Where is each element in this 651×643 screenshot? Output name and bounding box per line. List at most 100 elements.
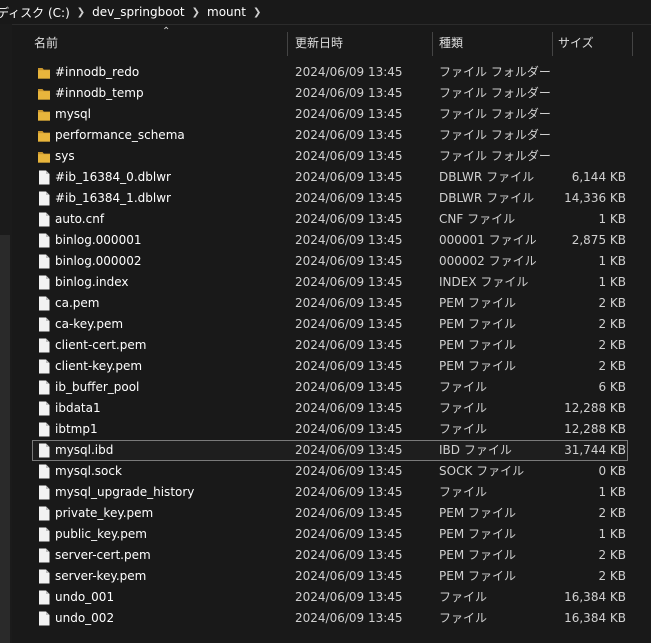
column-divider[interactable] — [287, 32, 288, 56]
file-type: IBD ファイル — [439, 443, 512, 457]
file-row[interactable]: auto.cnf 2024/06/09 13:45 CNF ファイル 1 KB — [32, 209, 628, 230]
file-icon — [37, 485, 51, 500]
file-row[interactable]: #ib_16384_0.dblwr 2024/06/09 13:45 DBLWR フ… — [32, 167, 628, 188]
file-type: ファイル — [439, 380, 488, 394]
file-row[interactable]: mysql.ibd 2024/06/09 13:45 IBD ファイル 31,744 … — [32, 440, 628, 461]
file-date: 2024/06/09 13:45 — [295, 527, 403, 541]
chevron-right-icon[interactable]: ❯ — [246, 7, 268, 18]
file-icon — [37, 611, 51, 626]
file-icon — [37, 443, 51, 458]
file-icon — [37, 338, 51, 353]
file-row[interactable]: sys 2024/06/09 13:45 ファイル フォルダー — [32, 146, 628, 167]
file-date: 2024/06/09 13:45 — [295, 317, 403, 331]
file-size: 2 KB — [598, 506, 626, 520]
file-type: ファイル フォルダー — [439, 107, 551, 121]
column-divider[interactable] — [432, 32, 433, 56]
file-row[interactable]: client-key.pem 2024/06/09 13:45 PEM ファイル 2 … — [32, 356, 628, 377]
file-icon — [37, 170, 51, 185]
file-name: ib_buffer_pool — [55, 380, 140, 394]
file-row[interactable]: performance_schema 2024/06/09 13:45 ファイル フ… — [32, 125, 628, 146]
file-icon — [37, 590, 51, 605]
file-size: 6 KB — [598, 380, 626, 394]
file-name: sys — [55, 149, 75, 163]
file-row[interactable]: mysql_upgrade_history 2024/06/09 13:45 ファイ… — [32, 482, 628, 503]
file-row[interactable]: ca-key.pem 2024/06/09 13:45 PEM ファイル 2 KB — [32, 314, 628, 335]
breadcrumb: ディスク (C:) ❯ dev_springboot ❯ mount ❯ — [0, 0, 651, 25]
column-divider[interactable] — [632, 32, 633, 56]
file-size: 1 KB — [598, 254, 626, 268]
file-type: PEM ファイル — [439, 296, 516, 310]
file-row[interactable]: server-cert.pem 2024/06/09 13:45 PEM ファイル 2… — [32, 545, 628, 566]
file-type: PEM ファイル — [439, 506, 516, 520]
folder-icon — [37, 86, 51, 101]
file-row[interactable]: binlog.000002 2024/06/09 13:45 000002 ファイル… — [32, 251, 628, 272]
breadcrumb-item-dev-springboot[interactable]: dev_springboot — [92, 5, 184, 19]
file-type: PEM ファイル — [439, 338, 516, 352]
file-type: DBLWR ファイル — [439, 170, 535, 184]
file-row[interactable]: undo_001 2024/06/09 13:45 ファイル 16,384 KB — [32, 587, 628, 608]
file-icon — [37, 527, 51, 542]
file-size: 2 KB — [598, 338, 626, 352]
file-size: 31,744 KB — [564, 443, 626, 457]
file-name: binlog.index — [55, 275, 129, 289]
file-date: 2024/06/09 13:45 — [295, 611, 403, 625]
chevron-right-icon[interactable]: ❯ — [185, 7, 207, 18]
file-icon — [37, 275, 51, 290]
file-type: ファイル フォルダー — [439, 149, 551, 163]
file-size: 16,384 KB — [564, 590, 626, 604]
file-row[interactable]: ib_buffer_pool 2024/06/09 13:45 ファイル 6 KB — [32, 377, 628, 398]
file-type: ファイル — [439, 422, 488, 436]
file-row[interactable]: #innodb_temp 2024/06/09 13:45 ファイル フォルダー — [32, 83, 628, 104]
file-date: 2024/06/09 13:45 — [295, 338, 403, 352]
file-type: PEM ファイル — [439, 527, 516, 541]
file-type: ファイル — [439, 401, 488, 415]
file-row[interactable]: binlog.index 2024/06/09 13:45 INDEX ファイル 1 … — [32, 272, 628, 293]
file-row[interactable]: #innodb_redo 2024/06/09 13:45 ファイル フォルダー — [32, 62, 628, 83]
file-row[interactable]: ibtmp1 2024/06/09 13:45 ファイル 12,288 KB — [32, 419, 628, 440]
file-name: public_key.pem — [55, 527, 147, 541]
file-size: 2 KB — [598, 317, 626, 331]
file-icon — [37, 380, 51, 395]
file-row[interactable]: server-key.pem 2024/06/09 13:45 PEM ファイル 2 … — [32, 566, 628, 587]
file-size: 1 KB — [598, 275, 626, 289]
column-header-date[interactable]: 更新日時 — [295, 30, 343, 56]
file-type: ファイル フォルダー — [439, 128, 551, 142]
file-name: mysql.ibd — [55, 443, 114, 457]
file-row[interactable]: ibdata1 2024/06/09 13:45 ファイル 12,288 KB — [32, 398, 628, 419]
file-row[interactable]: binlog.000001 2024/06/09 13:45 000001 ファイル… — [32, 230, 628, 251]
file-icon — [37, 254, 51, 269]
file-icon — [37, 212, 51, 227]
file-icon — [37, 296, 51, 311]
file-size: 0 KB — [598, 464, 626, 478]
file-row[interactable]: mysql.sock 2024/06/09 13:45 SOCK ファイル 0 KB — [32, 461, 628, 482]
file-row[interactable]: #ib_16384_1.dblwr 2024/06/09 13:45 DBLWR フ… — [32, 188, 628, 209]
file-type: PEM ファイル — [439, 569, 516, 583]
file-row[interactable]: public_key.pem 2024/06/09 13:45 PEM ファイル 1 … — [32, 524, 628, 545]
breadcrumb-item-mount[interactable]: mount — [207, 5, 246, 19]
column-header-size[interactable]: サイズ — [558, 30, 594, 56]
file-row[interactable]: mysql 2024/06/09 13:45 ファイル フォルダー — [32, 104, 628, 125]
file-row[interactable]: private_key.pem 2024/06/09 13:45 PEM ファイル 2… — [32, 503, 628, 524]
file-row[interactable]: client-cert.pem 2024/06/09 13:45 PEM ファイル 2… — [32, 335, 628, 356]
column-divider[interactable] — [552, 32, 553, 56]
breadcrumb-item-drive[interactable]: ディスク (C:) — [0, 4, 70, 21]
file-type: PEM ファイル — [439, 359, 516, 373]
file-row[interactable]: ca.pem 2024/06/09 13:45 PEM ファイル 2 KB — [32, 293, 628, 314]
file-type: 000002 ファイル — [439, 254, 537, 268]
file-name: ibtmp1 — [55, 422, 98, 436]
column-header-type[interactable]: 種類 — [439, 30, 463, 56]
file-name: ca-key.pem — [55, 317, 124, 331]
file-icon — [37, 317, 51, 332]
file-size: 1 KB — [598, 212, 626, 226]
chevron-right-icon[interactable]: ❯ — [70, 7, 92, 18]
column-header-name[interactable]: 名前 — [34, 30, 58, 56]
file-size: 1 KB — [598, 485, 626, 499]
navigation-pane-scrollbar[interactable] — [0, 235, 10, 643]
file-date: 2024/06/09 13:45 — [295, 380, 403, 394]
file-row[interactable]: undo_002 2024/06/09 13:45 ファイル 16,384 KB — [32, 608, 628, 629]
folder-icon — [37, 107, 51, 122]
file-name: ibdata1 — [55, 401, 101, 415]
file-size: 2 KB — [598, 548, 626, 562]
file-date: 2024/06/09 13:45 — [295, 443, 403, 457]
file-name: mysql.sock — [55, 464, 122, 478]
